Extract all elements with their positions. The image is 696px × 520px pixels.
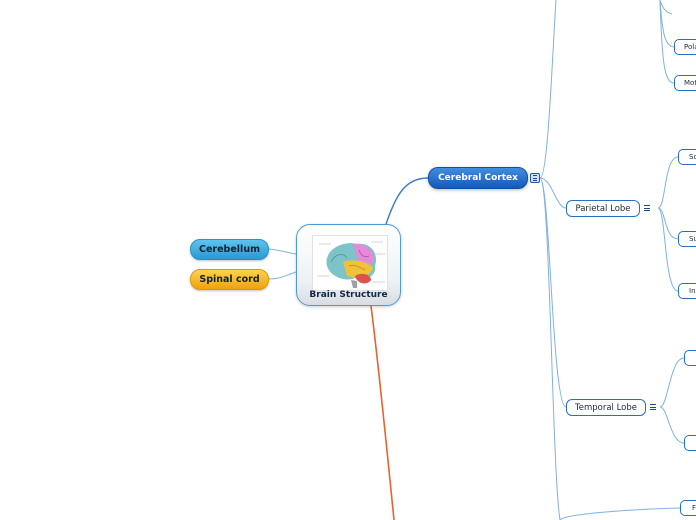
central-topic-label: Brain Structure: [309, 290, 388, 300]
connector-orange: [370, 305, 395, 520]
leaf-topic[interactable]: F: [680, 500, 696, 516]
topic-temporal-lobe[interactable]: Temporal Lobe: [566, 399, 646, 416]
connector-leaf-f: [559, 507, 681, 520]
connector-spinal-cord: [268, 271, 297, 280]
connector-cerebral-cortex: [385, 177, 429, 225]
menu-icon[interactable]: [642, 203, 652, 213]
connector-leaf-in: [657, 207, 679, 292]
leaf-topic-label: F: [692, 504, 696, 512]
leaf-topic-label: Pola: [684, 43, 696, 51]
leaf-topic[interactable]: [684, 435, 696, 451]
leaf-topic-label: So: [689, 153, 696, 161]
menu-icon[interactable]: [648, 402, 658, 412]
connector-cerebellum: [268, 248, 297, 255]
topic-cerebellum[interactable]: Cerebellum: [190, 239, 269, 260]
connector-bottom: [539, 177, 561, 520]
central-topic[interactable]: Brain Structure: [296, 224, 401, 306]
connector-top: [539, 0, 557, 179]
leaf-topic[interactable]: Mot: [674, 75, 696, 91]
leaf-topic-label: Mot: [684, 79, 696, 87]
connector-temporal: [539, 177, 567, 408]
topic-temporal-lobe-label: Temporal Lobe: [574, 402, 638, 413]
topic-parietal-lobe-label: Parietal Lobe: [575, 203, 631, 214]
leaf-topic[interactable]: In: [678, 283, 696, 299]
leaf-topic[interactable]: [684, 350, 696, 366]
topic-spinal-cord[interactable]: Spinal cord: [190, 269, 269, 290]
leaf-topic[interactable]: Su: [678, 231, 696, 247]
brain-diagram-image: [312, 235, 388, 291]
topic-cerebellum-label: Cerebellum: [199, 244, 260, 255]
connector-leaf-so: [657, 156, 679, 209]
topic-cerebral-cortex[interactable]: Cerebral Cortex: [428, 167, 528, 189]
topic-spinal-cord-label: Spinal cord: [199, 274, 260, 285]
menu-icon[interactable]: [530, 173, 540, 183]
connector-leaf-t2: [659, 406, 685, 444]
leaf-topic-label: Su: [689, 235, 696, 243]
leaf-topic[interactable]: So: [678, 149, 696, 165]
leaf-topic[interactable]: Pola: [674, 39, 696, 55]
topic-cerebral-cortex-label: Cerebral Cortex: [438, 173, 518, 183]
topic-parietal-lobe[interactable]: Parietal Lobe: [566, 200, 640, 217]
connector-leaf-t1: [659, 357, 685, 408]
leaf-topic-label: In: [689, 287, 696, 295]
connector-leaf-top: [659, 0, 673, 15]
mind-map-canvas[interactable]: Brain Structure Cerebellum Spinal cord C…: [0, 0, 696, 520]
